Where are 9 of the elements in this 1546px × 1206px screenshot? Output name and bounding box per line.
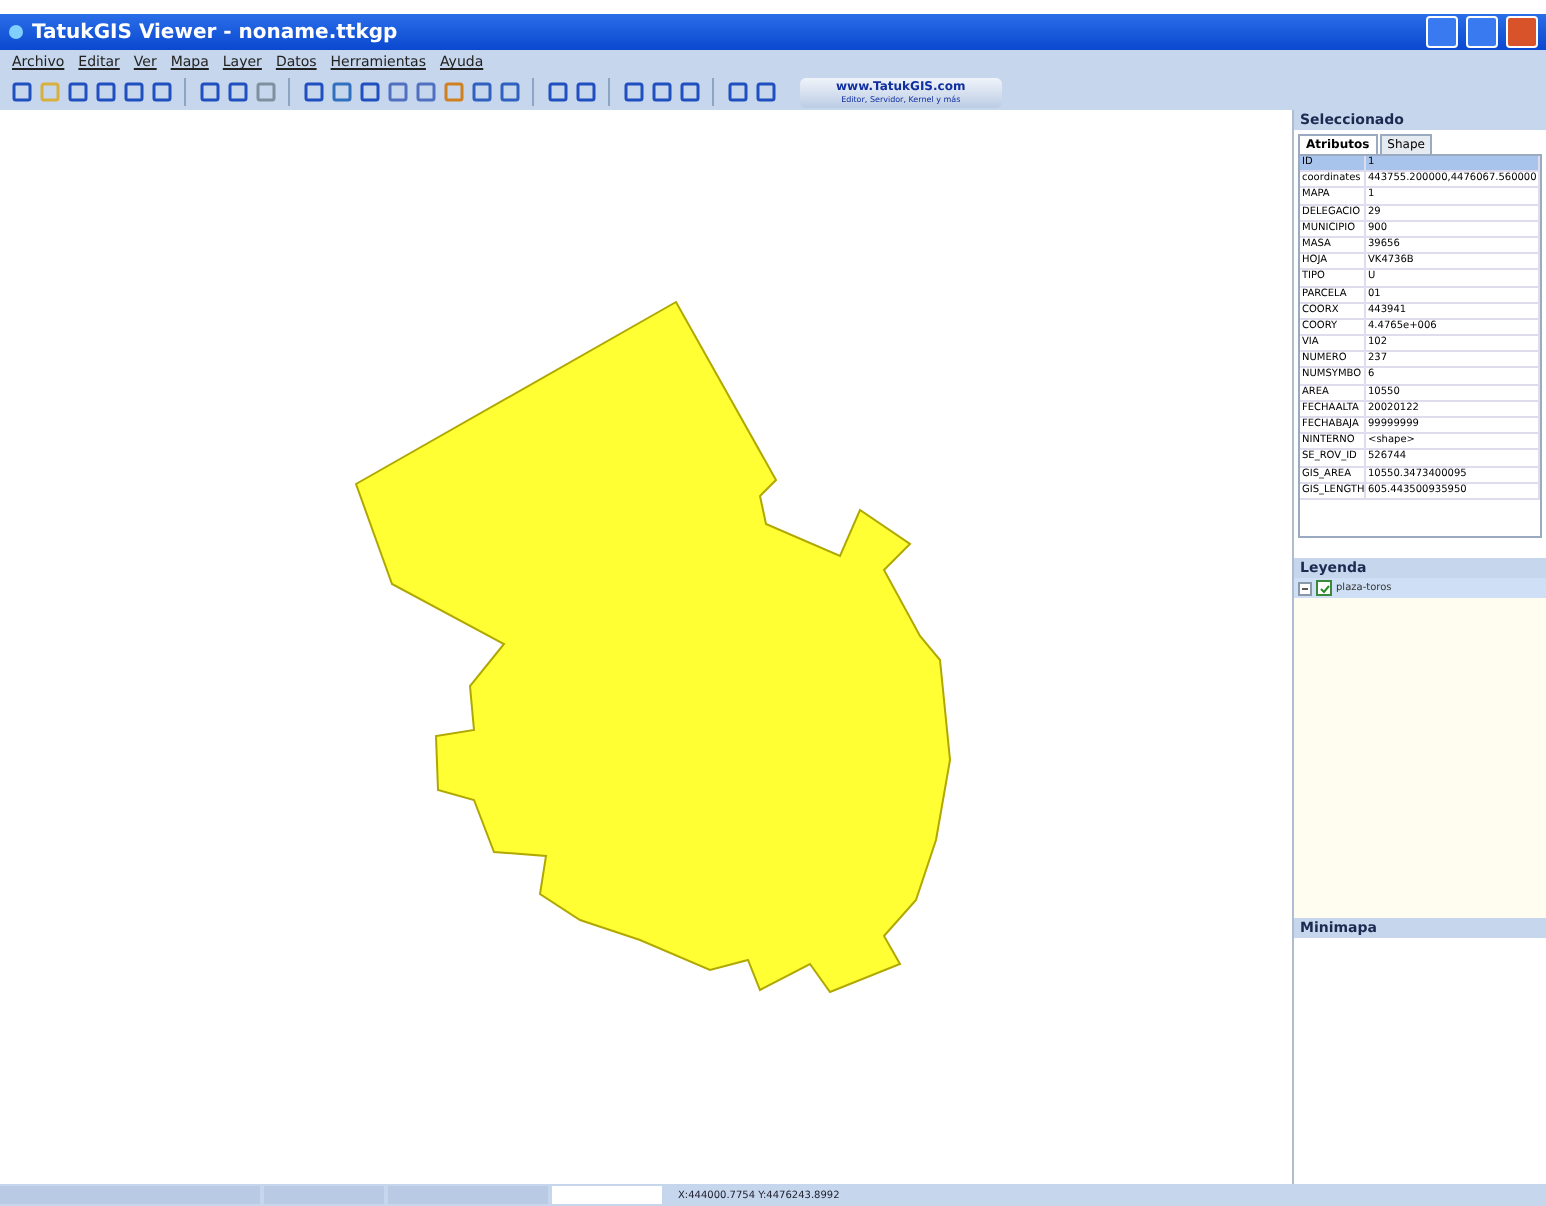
window-title: TatukGIS Viewer - noname.ttkgp	[32, 21, 400, 43]
close-button[interactable]	[1506, 16, 1538, 48]
collapse-icon[interactable]	[1298, 581, 1312, 595]
app-icon	[8, 24, 24, 40]
checkbox[interactable]	[1316, 580, 1332, 596]
maximize-button[interactable]	[1466, 16, 1498, 48]
status-panel	[264, 1186, 384, 1204]
minimize-button[interactable]	[1426, 16, 1458, 48]
status-panel	[552, 1186, 662, 1204]
